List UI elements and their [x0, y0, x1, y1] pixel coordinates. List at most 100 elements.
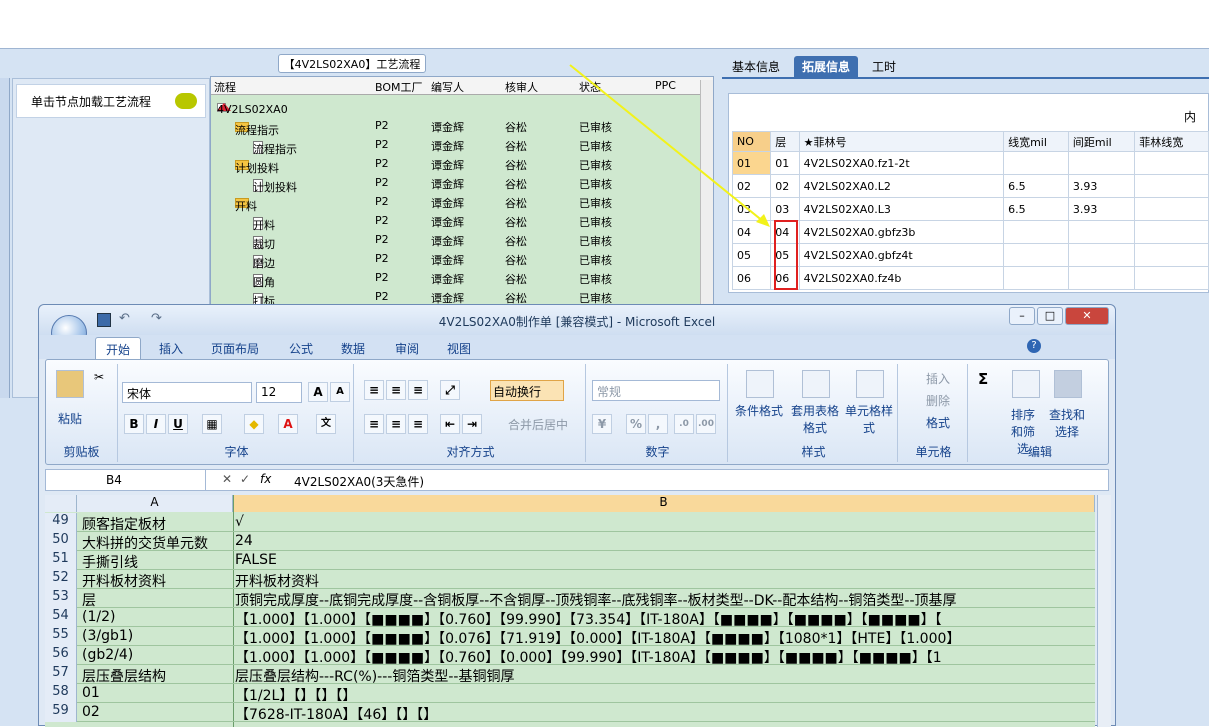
cell-a[interactable]: (1/2)	[82, 609, 229, 625]
increase-decimal-icon[interactable]: .0	[674, 414, 694, 434]
shrink-font-icon[interactable]: A	[330, 382, 350, 402]
align-right-icon[interactable]: ≡	[408, 414, 428, 434]
row-number[interactable]: 57	[45, 665, 77, 684]
autosum-icon[interactable]: Σ	[978, 370, 988, 388]
paste-button[interactable]: 粘贴	[52, 410, 88, 427]
merge-center-button[interactable]: 合并后居中	[508, 416, 568, 433]
tree-row[interactable]: 圆角 P2 谭金辉 谷松 已审核	[211, 268, 701, 289]
col-header-a[interactable]: A	[77, 495, 233, 512]
cell-a[interactable]: 大料拼的交货单元数	[82, 533, 229, 553]
cell-b[interactable]: 开料板材资料	[235, 571, 1095, 591]
insert-function-icon[interactable]: fx	[260, 472, 271, 486]
confirm-entry-icon[interactable]: ✓	[240, 472, 250, 486]
help-icon[interactable]: ?	[1027, 339, 1041, 353]
load-process-node[interactable]: 单击节点加载工艺流程	[16, 84, 206, 118]
conditional-format-button[interactable]: 条件格式	[730, 402, 788, 419]
tab-work-hours[interactable]: 工时	[864, 56, 904, 78]
cell-styles-icon[interactable]	[856, 370, 884, 398]
conditional-format-icon[interactable]	[746, 370, 774, 398]
cell-b[interactable]: 24	[235, 533, 1095, 549]
row-number[interactable]: 51	[45, 551, 77, 570]
bold-button[interactable]: B	[124, 414, 144, 434]
align-top-icon[interactable]: ≡	[364, 380, 384, 400]
delete-cells-button[interactable]: 删除	[926, 392, 950, 409]
cell-a[interactable]: 02	[82, 704, 229, 720]
col-header-film-width[interactable]: 菲林线宽	[1134, 131, 1209, 152]
tab-review[interactable]: 审阅	[395, 340, 419, 357]
tab-formulas[interactable]: 公式	[289, 340, 313, 357]
tab-extended-info[interactable]: 拓展信息	[794, 56, 859, 78]
row-number[interactable]: 50	[45, 532, 77, 551]
name-box[interactable]: B4	[46, 470, 206, 490]
grow-font-icon[interactable]: A	[308, 382, 328, 402]
col-header-width[interactable]: 线宽mil	[1003, 131, 1069, 152]
cancel-entry-icon[interactable]: ✕	[222, 472, 232, 486]
undo-icon[interactable]: ↶	[119, 311, 130, 326]
cell-b[interactable]: 【1.000】【1.000】【■■■■】【0.760】【0.000】【99.99…	[235, 647, 1095, 667]
film-row[interactable]: 04 04 4V2LS02XA0.gbfz3b	[731, 220, 1209, 244]
col-header-film[interactable]: ★菲林号	[798, 131, 1005, 152]
col-header-writer[interactable]: 编写人	[431, 79, 464, 95]
minimize-button[interactable]: –	[1009, 307, 1035, 325]
select-all-corner[interactable]	[45, 495, 77, 512]
row-number[interactable]: 53	[45, 589, 77, 608]
cell-b[interactable]: 【1.000】【1.000】【■■■■】【0.076】【71.919】【0.00…	[235, 628, 1095, 648]
tree-row[interactable]: 磨边 P2 谭金辉 谷松 已审核	[211, 249, 701, 270]
cell-b[interactable]: 顶铜完成厚度--底铜完成厚度--含铜板厚--不含铜厚--顶残铜率--底残铜率--…	[235, 590, 1095, 610]
maximize-button[interactable]: □	[1037, 307, 1063, 325]
cell-b[interactable]: FALSE	[235, 552, 1095, 568]
paste-icon[interactable]	[56, 370, 84, 398]
cell-a[interactable]: 层压叠层结构	[82, 666, 229, 686]
wrap-text-button[interactable]: 自动换行	[490, 380, 564, 401]
row-number[interactable]: 52	[45, 570, 77, 589]
film-row[interactable]: 06 06 4V2LS02XA0.fz4b	[731, 266, 1209, 290]
process-window-title[interactable]: 【4V2LS02XA0】工艺流程	[278, 54, 426, 73]
format-table-icon[interactable]	[802, 370, 830, 398]
tab-insert[interactable]: 插入	[159, 340, 183, 357]
cell-a[interactable]: 顾客指定板材	[82, 514, 229, 534]
indent-icon[interactable]: ⇥	[462, 414, 482, 434]
italic-button[interactable]: I	[146, 414, 166, 434]
cell-a[interactable]: (3/gb1)	[82, 628, 229, 644]
decrease-decimal-icon[interactable]: .00	[696, 414, 716, 434]
tab-data[interactable]: 数据	[341, 340, 365, 357]
redo-icon[interactable]: ↷	[151, 311, 162, 326]
font-color-icon[interactable]: A	[278, 414, 298, 434]
tab-view[interactable]: 视图	[447, 340, 471, 357]
formula-input[interactable]: 4V2LS02XA0(3天急件)	[294, 473, 424, 490]
row-number[interactable]: 58	[45, 684, 77, 703]
cell-a[interactable]: 开料板材资料	[82, 571, 229, 591]
border-icon[interactable]: ▦	[202, 414, 222, 434]
col-header-b[interactable]: B	[233, 495, 1095, 512]
sheet-vertical-scrollbar[interactable]	[1097, 495, 1111, 727]
row-number[interactable]: 56	[45, 646, 77, 665]
cell-a[interactable]: (gb2/4)	[82, 647, 229, 663]
comma-icon[interactable]: ,	[648, 414, 668, 434]
cell-b[interactable]: 【7628-IT-180A】【46】【】【】	[235, 704, 1095, 724]
fill-color-icon[interactable]: ◆	[244, 414, 264, 434]
percent-icon[interactable]: %	[626, 414, 646, 434]
col-header-bom[interactable]: BOM工厂	[375, 79, 423, 95]
cell-b[interactable]: 层压叠层结构---RC(%)---铜箔类型--基铜铜厚	[235, 666, 1095, 686]
tab-home[interactable]: 开始	[95, 337, 142, 359]
align-middle-icon[interactable]: ≡	[386, 380, 406, 400]
film-row[interactable]: 05 05 4V2LS02XA0.gbfz4t	[731, 243, 1209, 267]
format-table-button[interactable]: 套用表格格式	[786, 402, 844, 436]
cell-b[interactable]: 【1/2L】【】【】【】	[235, 685, 1095, 705]
find-select-button[interactable]: 查找和选择	[1048, 406, 1086, 440]
outdent-icon[interactable]: ⇤	[440, 414, 460, 434]
cell-a[interactable]: 手撕引线	[82, 552, 229, 572]
sort-filter-icon[interactable]	[1012, 370, 1040, 398]
row-number[interactable]: 59	[45, 703, 77, 722]
find-select-icon[interactable]	[1054, 370, 1082, 398]
phonetic-icon[interactable]: 文	[316, 414, 336, 434]
film-row[interactable]: 02 02 4V2LS02XA0.L2 6.5 3.93	[731, 174, 1209, 198]
font-name-select[interactable]: 宋体	[122, 382, 252, 403]
film-row[interactable]: 01 01 4V2LS02XA0.fz1-2t	[731, 151, 1209, 175]
cell-a[interactable]: 层	[82, 590, 229, 610]
tree-row[interactable]: 裁切 P2 谭金辉 谷松 已审核	[211, 230, 701, 251]
left-collapsed-tab[interactable]	[0, 78, 10, 398]
cut-icon[interactable]: ✂	[94, 370, 104, 384]
row-number[interactable]: 54	[45, 608, 77, 627]
insert-cells-button[interactable]: 插入	[926, 370, 950, 387]
